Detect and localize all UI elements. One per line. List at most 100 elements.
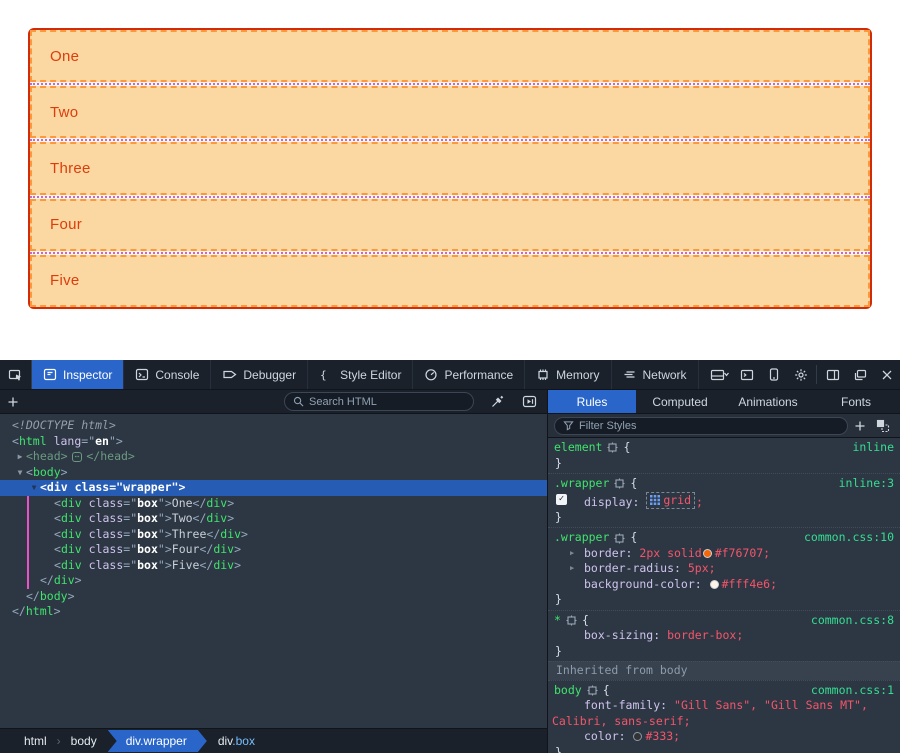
tab-fonts[interactable]: Fonts (812, 390, 900, 413)
plus-icon (7, 396, 19, 408)
tab-style-editor[interactable]: { } Style Editor (308, 360, 413, 389)
highlight-target-icon[interactable] (614, 533, 625, 544)
markup-line[interactable]: </body> (0, 589, 547, 605)
sidebar-toggle-button[interactable] (819, 360, 846, 389)
highlight-target-icon[interactable] (614, 478, 625, 489)
code-token: class (82, 496, 124, 510)
markup-line[interactable]: <!DOCTYPE html> (0, 418, 547, 434)
code-token: Two (172, 511, 193, 525)
tab-performance[interactable]: Performance (413, 360, 525, 389)
settings-button[interactable] (787, 360, 814, 389)
box-label: Two (50, 104, 78, 121)
markup-line[interactable]: </div> (0, 573, 547, 589)
tab-network[interactable]: Network (612, 360, 699, 389)
close-icon (881, 369, 893, 381)
breadcrumb-div-box[interactable]: div.box (208, 734, 265, 748)
rule-source-link[interactable]: common.css:1 (811, 683, 894, 699)
code-token: > (241, 527, 248, 541)
markup-line[interactable]: ▼<body> (0, 465, 547, 481)
svg-text:{ }: { } (320, 369, 334, 382)
devtools-subrow: Rules Computed Animations Fonts (0, 390, 900, 414)
filter-styles-box[interactable] (554, 417, 848, 435)
expand-shorthand-icon[interactable]: ▶ (570, 546, 574, 562)
tab-animations[interactable]: Animations (724, 390, 812, 413)
add-rule-icon[interactable] (854, 420, 866, 432)
code-token: en (95, 434, 109, 448)
property-value: #333 (645, 729, 673, 743)
css-rule: .wrapper{common.css:10▶border: 2px solid… (548, 527, 900, 610)
close-devtools-button[interactable] (873, 360, 900, 389)
highlight-target-icon[interactable] (566, 615, 577, 626)
rule-selector[interactable]: element (554, 440, 602, 456)
rule-selector[interactable]: body (554, 683, 582, 699)
breadcrumb-body[interactable]: body (61, 734, 107, 748)
markup-line[interactable]: <div class="box">Four</div> (0, 542, 547, 558)
markup-line[interactable]: <div class="box">Five</div> (0, 558, 547, 574)
twisty-expanded-icon[interactable]: ▼ (28, 480, 40, 496)
css-declaration[interactable]: background-color: #fff4e6; (548, 577, 900, 593)
slow-motion-button[interactable] (518, 395, 540, 408)
color-swatch[interactable] (703, 549, 712, 558)
twisty-expanded-icon[interactable]: ▼ (14, 465, 26, 481)
css-declaration[interactable]: font-family: "Gill Sans", "Gill Sans MT"… (548, 698, 900, 729)
tab-console[interactable]: Console (124, 360, 211, 389)
breadcrumb-html[interactable]: html (14, 734, 57, 748)
twisty-collapsed-icon[interactable]: ▶ (14, 449, 26, 465)
code-token: "> (158, 527, 172, 541)
highlight-target-icon[interactable] (587, 685, 598, 696)
code-token: < (12, 434, 19, 448)
tab-debugger[interactable]: Debugger (211, 360, 308, 389)
toggle-classes-icon[interactable] (876, 419, 890, 433)
breadcrumb-div-wrapper[interactable]: div.wrapper (108, 730, 207, 752)
code-token: < (54, 511, 61, 525)
tab-inspector[interactable]: Inspector (32, 360, 124, 389)
search-input[interactable] (309, 396, 465, 408)
markup-pane: <!DOCTYPE html><html lang="en">▶<head>⋯<… (0, 414, 548, 753)
pick-element-button[interactable] (0, 360, 32, 389)
highlight-target-icon[interactable] (607, 442, 618, 453)
markup-line[interactable]: ▼<div class="wrapper"> (0, 480, 547, 496)
filter-styles-input[interactable] (579, 420, 839, 432)
split-console-button[interactable] (733, 360, 760, 389)
close-brace: } (548, 644, 900, 660)
css-declaration[interactable]: color: #333; (548, 729, 900, 745)
separate-window-button[interactable] (846, 360, 873, 389)
tab-label: Style Editor (340, 368, 401, 382)
search-html-box[interactable] (284, 392, 474, 411)
rule-source-link[interactable]: common.css:8 (811, 613, 894, 629)
css-declaration[interactable]: ▶border: 2px solid#f76707; (548, 546, 900, 562)
add-node-button[interactable] (0, 396, 26, 408)
markup-line[interactable]: <div class="box">One</div> (0, 496, 547, 512)
color-swatch[interactable] (633, 732, 642, 741)
tab-memory[interactable]: Memory (525, 360, 611, 389)
rule-source-link[interactable]: inline (852, 440, 894, 456)
tab-computed[interactable]: Computed (636, 390, 724, 413)
markup-line[interactable]: <div class="box">Three</div> (0, 527, 547, 543)
css-declaration[interactable]: ✓display: grid; (548, 492, 900, 510)
rule-selector[interactable]: .wrapper (554, 476, 609, 492)
css-declaration[interactable]: box-sizing: border-box; (548, 628, 900, 644)
expand-shorthand-icon[interactable]: ▶ (570, 561, 574, 577)
box-label: Three (50, 160, 91, 177)
rule-selector[interactable]: .wrapper (554, 530, 609, 546)
responsive-mode-button[interactable] (760, 360, 787, 389)
markup-line[interactable]: </html> (0, 604, 547, 620)
rule-source-link[interactable]: common.css:10 (804, 530, 894, 546)
rule-selector[interactable]: * (554, 613, 561, 629)
css-declaration[interactable]: ▶border-radius: 5px; (548, 561, 900, 577)
markup-line[interactable]: <div class="box">Two</div> (0, 511, 547, 527)
tab-rules[interactable]: Rules (548, 390, 636, 413)
property-name: border-radius: (584, 561, 688, 575)
markup-line[interactable]: ▶<head>⋯</head> (0, 449, 547, 465)
dock-options-button[interactable] (706, 360, 733, 389)
color-swatch[interactable] (710, 580, 719, 589)
property-value: border-box (667, 628, 736, 642)
markup-line[interactable]: <html lang="en"> (0, 434, 547, 450)
network-icon (623, 368, 637, 381)
eyedropper-button[interactable] (486, 395, 508, 409)
tab-label: Computed (652, 395, 707, 409)
tab-label: Performance (444, 368, 513, 382)
rule-source-link[interactable]: inline:3 (839, 476, 894, 492)
declaration-checkbox[interactable]: ✓ (556, 494, 567, 505)
grid-highlighter-toggle[interactable]: grid (646, 492, 695, 510)
